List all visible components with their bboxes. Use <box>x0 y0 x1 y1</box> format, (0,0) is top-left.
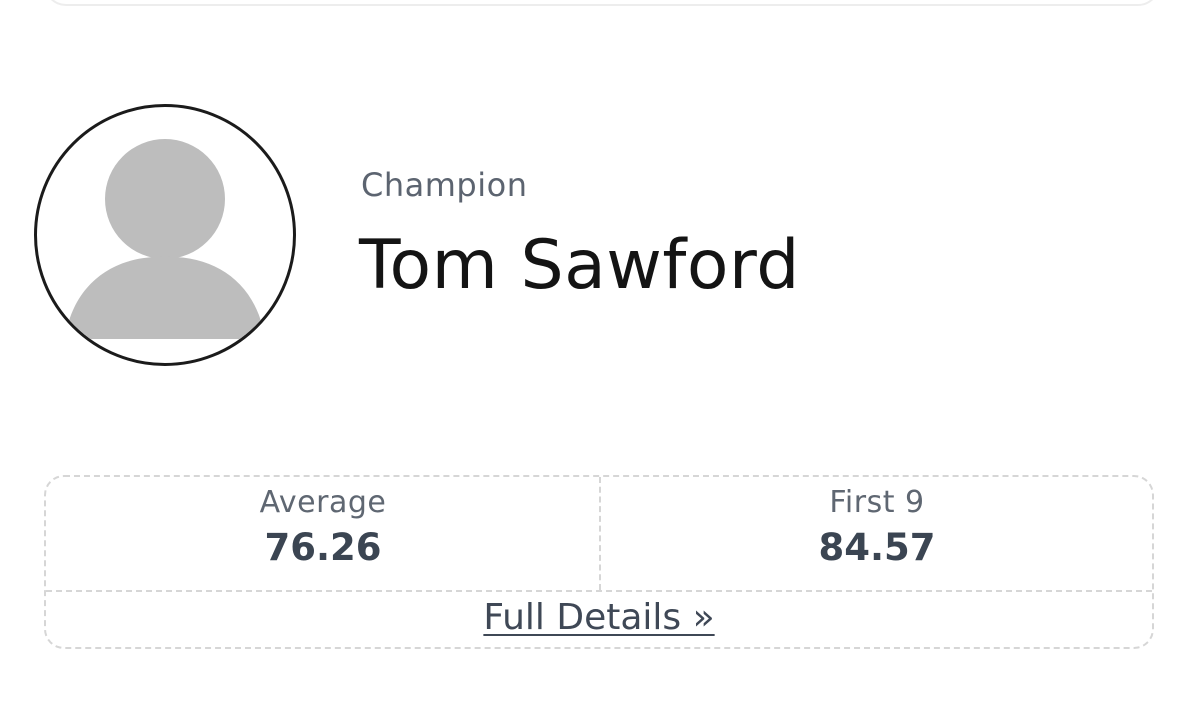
stats-card: Average 76.26 First 9 84.57 Full Details… <box>44 475 1154 649</box>
default-user-avatar-icon <box>65 139 265 339</box>
avatar <box>34 104 296 366</box>
player-profile-page: Champion Tom Sawford Average 76.26 First… <box>0 0 1200 716</box>
average-value: 76.26 <box>264 526 382 569</box>
previous-card-edge <box>44 0 1160 6</box>
stat-row-divider <box>46 590 1152 592</box>
player-name: Tom Sawford <box>359 226 800 305</box>
first9-label: First 9 <box>829 485 925 520</box>
full-details-link[interactable]: Full Details » <box>46 597 1152 638</box>
first9-stat: First 9 84.57 <box>600 477 1154 590</box>
average-stat: Average 76.26 <box>46 477 600 590</box>
player-role-label: Champion <box>361 166 528 204</box>
first9-value: 84.57 <box>818 526 936 569</box>
average-label: Average <box>259 485 387 520</box>
